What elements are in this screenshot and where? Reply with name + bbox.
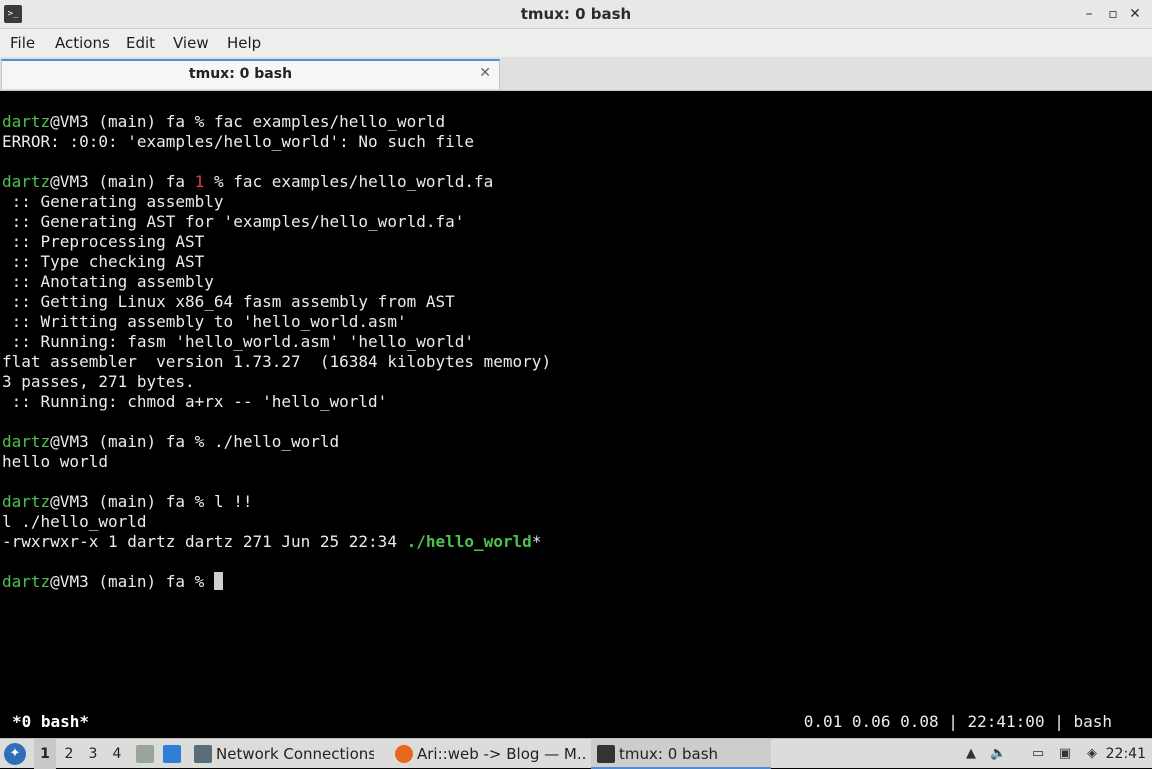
workspace-4[interactable]: 4 [106,739,128,769]
command-text: % fac examples/hello_world.fa [204,172,494,191]
close-button[interactable]: ✕ [1126,5,1144,23]
tray-drive-icon[interactable]: ▲ [963,745,979,763]
file-permissions: -rwxrwxr-x 1 dartz dartz 271 Jun 25 22:3… [2,532,407,551]
tab-tmux-bash[interactable]: tmux: 0 bash ✕ [1,59,500,89]
task-label: tmux: 0 bash [619,745,719,763]
show-desktop-icon[interactable] [163,745,181,763]
terminal-line: hello world [2,452,108,471]
prompt-host: @VM3 (main) fa [50,572,195,591]
taskbar-clock[interactable]: 22:41 [1106,739,1146,769]
executable-filename: ./hello_world [406,532,532,551]
exit-code: 1 [194,172,205,191]
task-label: Network Connections [216,745,374,763]
terminal-line: :: Generating AST for 'examples/hello_wo… [2,212,465,231]
terminal-line: :: Running: fasm 'hello_world.asm' 'hell… [2,332,475,351]
command-text: % fac examples/hello_world [194,112,446,131]
tmux-status-info: 0.01 0.06 0.08 | 22:41:00 | bash [803,712,1112,731]
volume-icon[interactable]: 🔈 [990,745,1006,763]
tab-label: tmux: 0 bash [188,66,293,82]
firefox-icon [395,745,413,763]
terminal-area[interactable]: dartz@VM3 (main) fa % fac examples/hello… [0,91,1152,738]
text-cursor [213,572,223,590]
task-tmux-bash[interactable]: tmux: 0 bash [591,739,771,769]
minimize-button[interactable]: – [1080,5,1098,23]
clipboard-icon[interactable]: ▭ [1030,745,1046,763]
file-manager-icon[interactable] [136,745,154,763]
terminal-line: 3 passes, 271 bytes. [2,372,195,391]
taskbar: ✦ 1 2 3 4 Network Connections Ari::web -… [0,738,1152,769]
maximize-button[interactable]: ▫ [1104,5,1122,23]
terminal-line: dartz@VM3 (main) fa % fac examples/hello… [2,112,445,132]
tab-bar: tmux: 0 bash ✕ [0,57,1152,91]
prompt-host: @VM3 (main) fa [50,492,195,511]
terminal-line: flat assembler version 1.73.27 (16384 ki… [2,352,552,371]
task-network-connections[interactable]: Network Connections [194,739,374,769]
prompt-host: @VM3 (main) fa [50,432,195,451]
menu-actions[interactable]: Actions [55,29,110,57]
task-label: Ari::web -> Blog — M... [417,745,585,763]
terminal-line: :: Writting assembly to 'hello_world.asm… [2,312,407,331]
menu-view[interactable]: View [173,29,209,57]
terminal-line: dartz@VM3 (main) fa 1 % fac examples/hel… [2,172,493,192]
command-text: % l !! [194,492,253,511]
terminal-line: :: Generating assembly [2,192,224,211]
update-icon[interactable]: ◈ [1084,745,1100,763]
network-tray-icon[interactable]: ▣ [1057,745,1073,763]
terminal-line: :: Anotating assembly [2,272,214,291]
window-title: tmux: 0 bash [520,5,632,23]
menu-help[interactable]: Help [227,29,261,57]
tab-close-icon[interactable]: ✕ [479,65,491,81]
terminal-icon [597,745,615,763]
task-firefox-blog[interactable]: Ari::web -> Blog — M... [395,739,585,769]
network-icon [194,745,212,763]
prompt-host: @VM3 (main) fa [50,172,195,191]
prompt-user: dartz [2,112,51,131]
command-text: % ./hello_world [194,432,340,451]
workspace-3[interactable]: 3 [82,739,104,769]
window-titlebar: >_ tmux: 0 bash – ▫ ✕ [0,0,1152,29]
menu-file[interactable]: File [10,29,35,57]
tmux-window-list[interactable]: *0 bash* [12,712,89,732]
prompt-user: dartz [2,492,51,511]
terminal-line: -rwxrwxr-x 1 dartz dartz 271 Jun 25 22:3… [2,532,541,552]
terminal-line: :: Getting Linux x86_64 fasm assembly fr… [2,292,455,311]
prompt-host: @VM3 (main) fa [50,112,195,131]
terminal-line: :: Preprocessing AST [2,232,205,251]
workspace-1[interactable]: 1 [34,739,56,769]
terminal-line: :: Running: chmod a+rx -- 'hello_world' [2,392,388,411]
prompt-user: dartz [2,432,51,451]
executable-marker: * [531,532,542,551]
prompt-user: dartz [2,572,51,591]
menu-bar: File Actions Edit View Help [0,29,1152,57]
workspace-2[interactable]: 2 [58,739,80,769]
terminal-line: dartz@VM3 (main) fa % l !! [2,492,252,512]
menu-edit[interactable]: Edit [126,29,155,57]
terminal-line: ERROR: :0:0: 'examples/hello_world': No … [2,132,475,151]
terminal-line: l ./hello_world [2,512,147,531]
terminal-line: :: Type checking AST [2,252,205,271]
prompt-user: dartz [2,172,51,191]
command-text: % [194,572,214,591]
terminal-line: dartz@VM3 (main) fa % [2,572,223,592]
start-menu-icon[interactable]: ✦ [4,743,26,765]
terminal-line: dartz@VM3 (main) fa % ./hello_world [2,432,339,452]
